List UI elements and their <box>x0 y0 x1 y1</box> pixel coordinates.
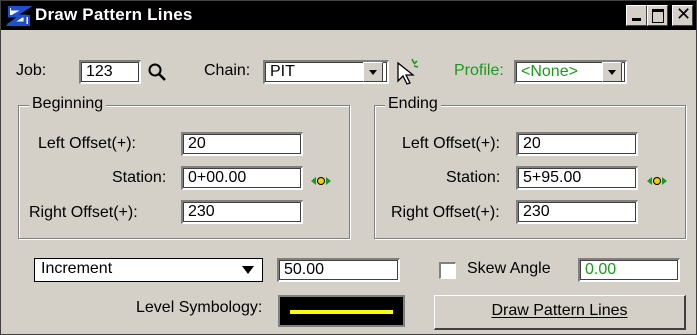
close-icon: ✕ <box>676 4 692 24</box>
minimize-button[interactable] <box>626 5 647 26</box>
beginning-legend: Beginning <box>29 95 107 113</box>
maximize-button[interactable] <box>647 5 668 26</box>
increment-mode-select[interactable]: Increment <box>34 258 263 282</box>
skew-angle-label: Skew Angle <box>467 260 551 277</box>
draw-pattern-lines-button[interactable]: Draw Pattern Lines <box>434 295 686 330</box>
skew-angle-input[interactable]: 0.00 <box>578 258 680 282</box>
title-bar[interactable]: Draw Pattern Lines ✕ <box>1 1 696 30</box>
beginning-right-offset-input[interactable]: 230 <box>181 200 303 224</box>
job-input[interactable]: 123 <box>79 60 141 84</box>
job-label: Job: <box>16 62 47 79</box>
beginning-left-offset-input[interactable]: 20 <box>181 132 303 156</box>
ending-right-offset-label: Right Offset(+): <box>391 204 500 221</box>
close-button[interactable]: ✕ <box>672 4 693 26</box>
window-title: Draw Pattern Lines <box>35 5 193 24</box>
ending-station-label: Station: <box>446 169 501 186</box>
ending-right-offset-input[interactable]: 230 <box>516 200 638 224</box>
app-logo-icon <box>5 6 33 26</box>
beginning-station-label: Station: <box>112 169 167 186</box>
symbology-line-sample <box>290 310 393 314</box>
skew-angle-checkbox[interactable] <box>439 262 456 279</box>
beginning-left-offset-label: Left Offset(+): <box>38 135 136 152</box>
beginning-right-offset-label: Right Offset(+): <box>29 204 138 221</box>
increment-value-input[interactable]: 50.00 <box>277 258 400 282</box>
ending-left-offset-input[interactable]: 20 <box>516 132 638 156</box>
ending-legend: Ending <box>385 95 441 113</box>
profile-dropdown-button[interactable] <box>602 62 622 82</box>
level-symbology-swatch[interactable] <box>278 295 405 327</box>
ending-station-input[interactable]: 5+95.00 <box>516 166 638 190</box>
ending-left-offset-label: Left Offset(+): <box>402 135 500 152</box>
beginning-station-input[interactable]: 0+00.00 <box>181 166 303 190</box>
profile-label: Profile: <box>454 62 504 79</box>
level-symbology-label: Level Symbology: <box>136 299 263 316</box>
chevron-down-icon[interactable] <box>240 264 256 276</box>
chain-dropdown-button[interactable] <box>363 62 383 82</box>
draw-pattern-lines-label: Draw Pattern Lines <box>491 302 628 319</box>
dialog-window: Draw Pattern Lines ✕ Job: 123 Chain: PIT… <box>0 0 697 335</box>
search-icon[interactable] <box>147 62 167 82</box>
ending-station-locate-icon[interactable] <box>647 175 667 187</box>
select-pointer-icon[interactable] <box>395 57 421 85</box>
beginning-station-locate-icon[interactable] <box>311 175 331 187</box>
chain-label: Chain: <box>204 62 251 79</box>
